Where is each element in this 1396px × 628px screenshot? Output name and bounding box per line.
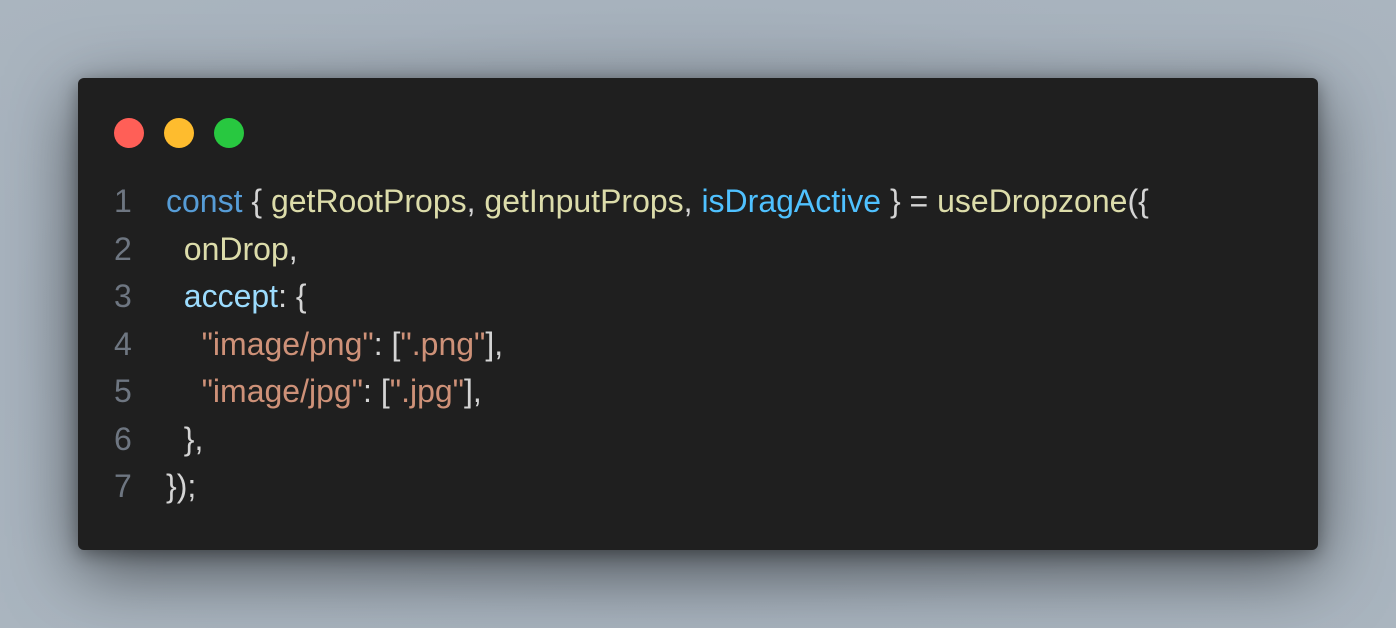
code-token-function: onDrop [183,230,289,267]
code-line: 4 "image/png": [".png"], [78,321,1318,369]
line-number: 2 [114,230,132,267]
code-token-punctuation: , [683,183,702,219]
code-token-punctuation: }); [166,468,197,504]
code-token-variable: accept [183,278,279,314]
code-token-punctuation: ], [464,373,482,409]
maximize-button[interactable] [214,118,244,148]
code-token-string: ".jpg" [389,373,465,409]
close-button[interactable] [114,118,144,148]
line-number: 1 [114,183,132,219]
code-window: 1 const { getRootProps, getInputProps, is… [78,78,1318,550]
code-token-string: ".png" [400,325,486,362]
code-token-punctuation: , [466,183,485,219]
code-token-variable-bright: isDragActive [701,183,882,219]
code-text: "image/png": [".png"], [166,321,504,369]
code-text: "image/jpg": [".jpg"], [166,368,482,416]
code-token-punctuation [166,231,184,267]
code-token-function: getRootProps [270,183,467,219]
code-token-keyword: const [166,183,243,219]
line-number: 6 [114,420,132,457]
code-token-punctuation: }, [166,420,204,457]
code-token-punctuation: : [ [373,325,401,362]
code-line: 3 accept: { [78,273,1318,321]
code-text: }, [166,416,204,464]
line-number: 5 [114,373,132,409]
code-token-function: useDropzone [937,183,1128,219]
code-token-punctuation [166,278,184,314]
line-number: 3 [114,278,132,314]
code-token-punctuation: } = [881,183,938,219]
code-token-punctuation: ], [485,325,504,362]
code-token-punctuation: ({ [1127,183,1149,219]
code-line: 2 onDrop, [78,226,1318,274]
code-token-string: "image/png" [201,325,374,362]
code-token-punctuation [166,326,202,362]
code-block: 1 const { getRootProps, getInputProps, is… [78,178,1318,511]
code-line: 1 const { getRootProps, getInputProps, is… [78,178,1318,226]
code-line: 5 "image/jpg": [".jpg"], [78,368,1318,416]
line-number: 7 [114,468,132,504]
code-token-function: getInputProps [484,183,684,219]
code-token-punctuation: : [ [363,373,390,409]
code-line: 7}); [78,463,1318,511]
minimize-button[interactable] [164,118,194,148]
code-token-punctuation: { [242,183,271,219]
code-token-punctuation: : { [278,278,307,314]
code-token-punctuation: , [288,230,298,267]
line-number: 4 [114,325,132,362]
code-text: onDrop, [166,226,298,274]
code-text: const { getRootProps, getInputProps, isD… [166,178,1149,226]
code-line: 6 }, [78,416,1318,464]
code-token-string: "image/jpg" [201,373,364,409]
code-text: accept: { [166,273,307,321]
code-token-punctuation [166,373,202,409]
code-text: }); [166,463,196,511]
